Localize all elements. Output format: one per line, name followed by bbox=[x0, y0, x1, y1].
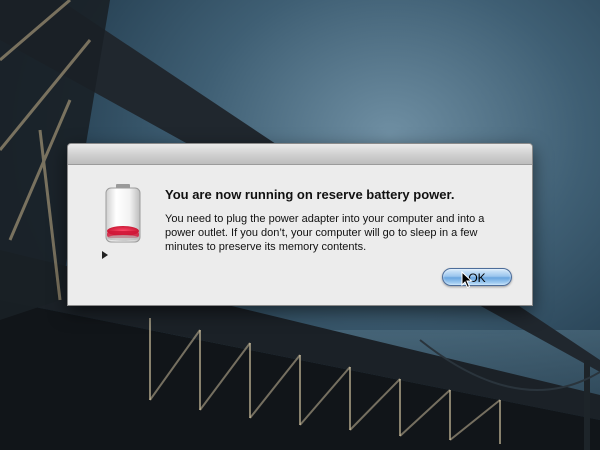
ok-button[interactable]: OK bbox=[442, 268, 512, 286]
dialog-message: You need to plug the power adapter into … bbox=[165, 213, 485, 253]
battery-low-icon bbox=[98, 183, 148, 247]
dialog-title: You are now running on reserve battery p… bbox=[165, 187, 455, 202]
low-battery-alert-dialog: You are now running on reserve battery p… bbox=[67, 143, 533, 306]
arrow-cursor-icon bbox=[461, 270, 473, 294]
dialog-titlebar[interactable] bbox=[68, 144, 532, 165]
disclosure-triangle-icon[interactable] bbox=[102, 251, 108, 259]
dialog-content: You are now running on reserve battery p… bbox=[68, 165, 532, 305]
